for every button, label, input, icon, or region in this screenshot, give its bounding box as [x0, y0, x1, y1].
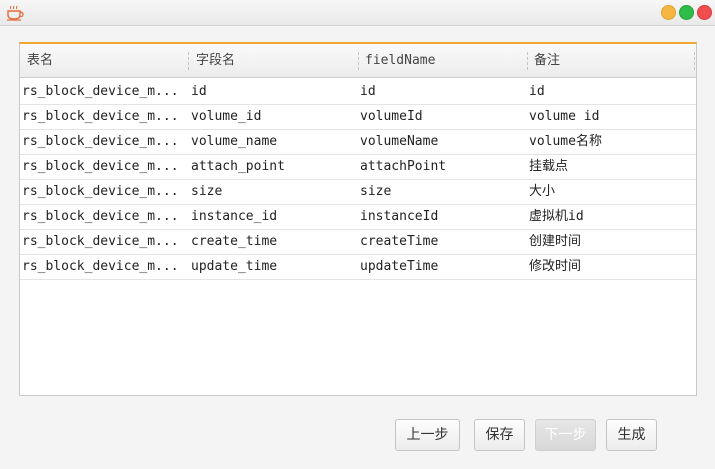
cell-remark: 大小: [529, 184, 556, 199]
cell-remark: 修改时间: [529, 259, 582, 274]
cell-table-name: rs_block_device_m...: [22, 184, 179, 199]
table-header: 表名 字段名 fieldName 备注: [20, 44, 696, 78]
cell-remark: 创建时间: [529, 234, 582, 249]
cell-field-name: size: [360, 184, 392, 199]
cell-remark: volume名称: [529, 134, 602, 149]
table-row[interactable]: rs_block_device_m... id id id: [20, 80, 696, 105]
generate-button[interactable]: 生成: [606, 419, 657, 451]
cell-field-name-cn: create_time: [191, 234, 278, 249]
cell-table-name: rs_block_device_m...: [22, 109, 179, 124]
cell-table-name: rs_block_device_m...: [22, 159, 179, 174]
cell-field-name: updateTime: [360, 259, 439, 274]
cell-remark: volume id: [529, 109, 600, 124]
cell-remark: id: [529, 84, 545, 99]
save-button[interactable]: 保存: [474, 419, 525, 451]
cell-field-name: id: [360, 84, 376, 99]
cell-table-name: rs_block_device_m...: [22, 134, 179, 149]
table-row[interactable]: rs_block_device_m... size size 大小: [20, 180, 696, 205]
cell-field-name-cn: attach_point: [191, 159, 285, 174]
cell-field-name-cn: size: [191, 184, 223, 199]
cell-field-name-cn: id: [191, 84, 207, 99]
column-header-remark[interactable]: 备注: [527, 44, 696, 77]
cell-field-name: instanceId: [360, 209, 439, 224]
table-row[interactable]: rs_block_device_m... create_time createT…: [20, 230, 696, 255]
table-row[interactable]: rs_block_device_m... instance_id instanc…: [20, 205, 696, 230]
column-header-field-name-cn[interactable]: 字段名: [189, 44, 358, 77]
title-bar: [0, 0, 715, 26]
maximize-button[interactable]: [679, 5, 694, 20]
cell-field-name: volumeName: [360, 134, 439, 149]
next-step-button[interactable]: 下一步: [535, 419, 596, 451]
cell-remark: 挂载点: [529, 159, 569, 174]
cell-field-name-cn: instance_id: [191, 209, 278, 224]
column-header-table-name[interactable]: 表名: [20, 44, 188, 77]
table-row[interactable]: rs_block_device_m... volume_id volumeId …: [20, 105, 696, 130]
cell-field-name: attachPoint: [360, 159, 447, 174]
table-row[interactable]: rs_block_device_m... attach_point attach…: [20, 155, 696, 180]
prev-step-button[interactable]: 上一步: [395, 419, 460, 451]
cell-field-name-cn: volume_id: [191, 109, 262, 124]
cell-table-name: rs_block_device_m...: [22, 259, 179, 274]
column-header-field-name[interactable]: fieldName: [358, 44, 527, 77]
field-table: 表名 字段名 fieldName 备注 rs_block_device_m...…: [19, 42, 697, 396]
coffee-cup-icon: [7, 5, 24, 21]
cell-table-name: rs_block_device_m...: [22, 234, 179, 249]
close-button[interactable]: [697, 5, 712, 20]
cell-table-name: rs_block_device_m...: [22, 209, 179, 224]
cell-remark: 虚拟机id: [529, 209, 584, 224]
table-row[interactable]: rs_block_device_m... update_time updateT…: [20, 255, 696, 280]
cell-field-name-cn: update_time: [191, 259, 278, 274]
column-divider[interactable]: [694, 52, 695, 70]
cell-field-name: createTime: [360, 234, 439, 249]
table-row[interactable]: rs_block_device_m... volume_name volumeN…: [20, 130, 696, 155]
minimize-button[interactable]: [661, 5, 676, 20]
cell-field-name-cn: volume_name: [191, 134, 278, 149]
cell-table-name: rs_block_device_m...: [22, 84, 179, 99]
cell-field-name: volumeId: [360, 109, 423, 124]
